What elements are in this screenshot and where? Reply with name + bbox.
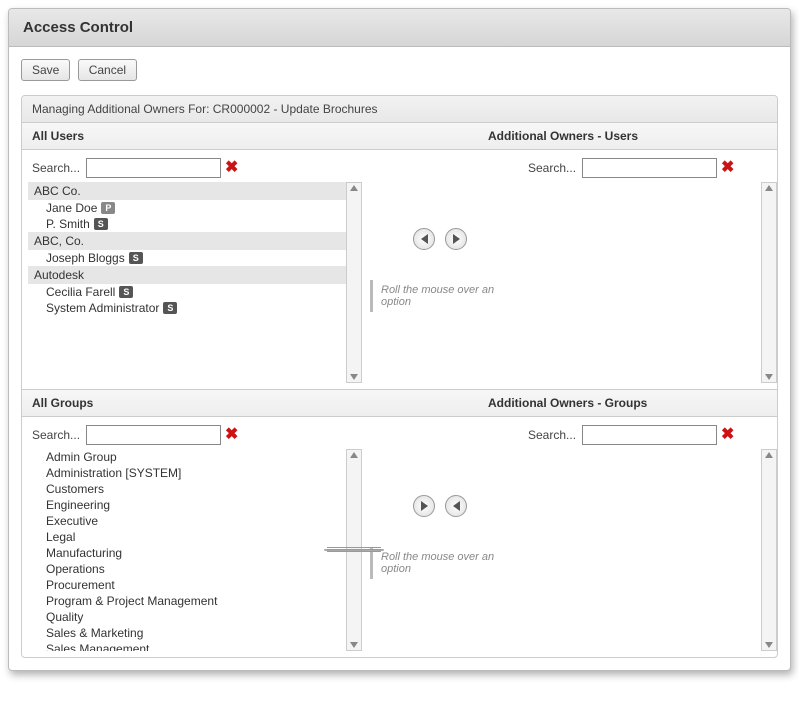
all-groups-search-input[interactable] [86,425,221,445]
all-groups-search-row: Search... ✖ [22,417,362,449]
dialog-content: Save Cancel Managing Additional Owners F… [9,47,790,670]
owners-groups-search-label: Search... [528,428,576,442]
all-users-list[interactable]: ABC Co.Jane Doe P P. Smith S ABC, Co.Joseph … [28,182,346,383]
all-users-search-label: Search... [32,161,80,175]
user-tag-badge: S [129,252,143,264]
user-name-label: P. Smith [46,217,90,231]
remove-group-button[interactable] [445,495,467,517]
owners-groups-search-input[interactable] [582,425,717,445]
list-item[interactable]: Procurement [28,577,346,593]
managing-header: Managing Additional Owners For: CR000002… [22,96,777,123]
additional-owners-users-header: Additional Owners - Users [478,123,777,149]
users-transfer-controls: Roll the mouse over an option [362,150,518,389]
owners-users-search-input[interactable] [582,158,717,178]
clear-icon[interactable]: ✖ [225,160,238,176]
add-user-button[interactable] [445,228,467,250]
list-item[interactable]: Admin Group [28,449,346,465]
list-item[interactable]: Jane Doe P [28,200,346,216]
list-item[interactable]: Customers [28,481,346,497]
user-name-label: System Administrator [46,301,159,315]
user-tag-badge: S [119,286,133,298]
list-item[interactable]: Joseph Bloggs S [28,250,346,266]
owners-groups-scrollbar[interactable] [761,449,777,651]
arrow-left-icon [421,234,428,244]
clear-icon[interactable]: ✖ [721,427,734,443]
action-buttons: Save Cancel [21,59,778,81]
scroll-down-icon[interactable] [350,374,358,380]
owners-groups-list-container [524,449,777,651]
additional-owners-groups-header: Additional Owners - Groups [478,390,777,416]
groups-transfer-controls: Roll the mouse over an option [362,417,518,657]
all-groups-column: Search... ✖ Admin GroupAdministration [S… [22,417,362,657]
users-headers: All Users Additional Owners - Users [22,123,777,150]
remove-user-button[interactable] [413,228,435,250]
additional-owners-users-column: Search... ✖ [518,150,777,389]
list-item[interactable]: P. Smith S [28,216,346,232]
scroll-down-icon[interactable] [350,642,358,648]
all-users-header: All Users [22,123,478,149]
owners-users-search-row: Search... ✖ [518,150,777,182]
owners-users-list-container [524,182,777,383]
save-button[interactable]: Save [21,59,70,81]
clear-icon[interactable]: ✖ [721,160,734,176]
user-name-label: Jane Doe [46,201,97,215]
dialog-title: Access Control [9,9,790,47]
user-tag-badge: S [94,218,108,230]
all-users-search-input[interactable] [86,158,221,178]
user-name-label: Joseph Bloggs [46,251,125,265]
groups-headers: All Groups Additional Owners - Groups [22,390,777,417]
groups-body: Search... ✖ Admin GroupAdministration [S… [22,417,777,657]
arrow-right-icon [421,501,428,511]
users-hint: Roll the mouse over an option [370,280,510,312]
all-users-search-row: Search... ✖ [22,150,362,182]
all-users-list-container: ABC Co.Jane Doe P P. Smith S ABC, Co.Joseph … [28,182,362,383]
list-item[interactable]: Operations [28,561,346,577]
additional-owners-groups-column: Search... ✖ [518,417,777,657]
user-name-label: Cecilia Farell [46,285,115,299]
arrow-left-icon [453,501,460,511]
list-item[interactable]: Sales Management [28,641,346,651]
cancel-button[interactable]: Cancel [78,59,137,81]
owners-groups-list[interactable] [524,449,761,651]
all-users-column: Search... ✖ ABC Co.Jane DoePP. SmithSABC… [22,150,362,389]
scroll-down-icon[interactable] [765,642,773,648]
list-item[interactable]: Sales & Marketing [28,625,346,641]
list-item[interactable]: Engineering [28,497,346,513]
all-groups-list[interactable]: Admin GroupAdministration [SYSTEM]Custom… [28,449,346,651]
owners-groups-search-row: Search... ✖ [518,417,777,449]
list-item[interactable]: Quality [28,609,346,625]
user-company-header: Autodesk [28,266,346,284]
scroll-down-icon[interactable] [765,374,773,380]
list-item[interactable]: Administration [SYSTEM] [28,465,346,481]
user-tag-badge: P [101,202,115,214]
list-item[interactable]: Legal [28,529,346,545]
all-groups-list-container: Admin GroupAdministration [SYSTEM]Custom… [28,449,362,651]
list-item[interactable]: Program & Project Management [28,593,346,609]
list-item[interactable]: Executive [28,513,346,529]
owners-panel: Managing Additional Owners For: CR000002… [21,95,778,658]
user-company-header: ABC, Co. [28,232,346,250]
owners-users-search-label: Search... [528,161,576,175]
all-groups-search-label: Search... [32,428,80,442]
owners-users-list[interactable] [524,182,761,383]
user-tag-badge: S [163,302,177,314]
clear-icon[interactable]: ✖ [225,427,238,443]
all-groups-header: All Groups [22,390,478,416]
owners-users-scrollbar[interactable] [761,182,777,383]
all-groups-scrollbar[interactable] [346,449,362,651]
list-item[interactable]: Manufacturing [28,545,346,561]
list-item[interactable]: System Administrator S [28,300,346,316]
all-users-scrollbar[interactable] [346,182,362,383]
users-body: Search... ✖ ABC Co.Jane DoePP. SmithSABC… [22,150,777,390]
arrow-right-icon [453,234,460,244]
add-group-button[interactable] [413,495,435,517]
groups-hint: Roll the mouse over an option [370,547,510,579]
list-item[interactable]: Cecilia Farell S [28,284,346,300]
user-company-header: ABC Co. [28,182,346,200]
access-control-dialog: Access Control Save Cancel Managing Addi… [8,8,791,671]
scroll-thumb[interactable] [324,549,384,551]
